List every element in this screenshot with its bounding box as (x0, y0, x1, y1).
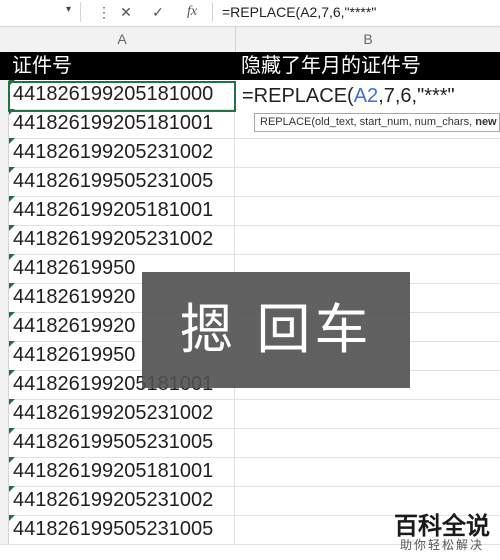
cell-id-number[interactable]: 441826199205181001 (9, 109, 235, 138)
tooltip-current-arg: new (475, 116, 497, 128)
row-header[interactable] (0, 312, 9, 341)
header-row: 证件号 隐藏了年月的证件号 (0, 52, 500, 80)
cancel-x-icon[interactable]: ✕ (114, 3, 138, 21)
row-header[interactable] (0, 196, 9, 225)
row-header[interactable] (0, 486, 9, 515)
row-header[interactable] (0, 341, 9, 370)
error-indicator-icon (9, 167, 15, 173)
cell-id-number[interactable]: 441826199205231002 (9, 225, 235, 254)
insert-function-button[interactable]: fx (180, 3, 204, 21)
cell-id-number[interactable]: 441826199205181001 (9, 457, 235, 486)
error-indicator-icon (9, 515, 15, 521)
row-header[interactable] (0, 283, 9, 312)
cell-id-number[interactable]: 441826199205231002 (9, 399, 235, 428)
row-header[interactable] (0, 138, 9, 167)
cell-id-number[interactable]: 441826199505231005 (9, 428, 235, 457)
row-header[interactable] (0, 428, 9, 457)
row-header[interactable] (0, 399, 9, 428)
row-header[interactable] (0, 225, 9, 254)
selected-cell-a2[interactable] (8, 81, 236, 112)
error-indicator-icon (9, 138, 15, 144)
header-masked-id[interactable]: 隐藏了年月的证件号 (241, 52, 421, 80)
table-row: 441826199205231002 (0, 225, 500, 255)
cell-id-number[interactable]: 441826199505231005 (9, 515, 235, 544)
column-header-b[interactable]: B (236, 31, 500, 47)
error-indicator-icon (9, 312, 15, 318)
table-row: 441826199205231002 (0, 399, 500, 429)
cell-id-number[interactable]: 441826199205231002 (9, 138, 235, 167)
row-header[interactable] (0, 370, 9, 399)
table-row: 441826199205181001 (0, 196, 500, 226)
more-options-icon: ⋮ (97, 4, 111, 20)
editing-cell-b2[interactable]: =REPLACE(A2,7,6,"***" (238, 81, 500, 112)
formula-bar: ▾ ⋮ ✕ ✓ fx =REPLACE(A2,7,6,"****" (0, 0, 500, 27)
row-header[interactable] (0, 515, 9, 544)
row-header[interactable] (0, 167, 9, 196)
cell-id-number[interactable]: 441826199205231002 (9, 486, 235, 515)
name-box[interactable]: ▾ (0, 2, 81, 22)
column-header-a[interactable]: A (9, 31, 235, 47)
table-row: 441826199505231005 (0, 428, 500, 458)
function-tooltip: REPLACE(old_text, start_num, num_chars, … (254, 113, 500, 132)
error-indicator-icon (9, 486, 15, 492)
edit-suffix: ,7,6,"***" (378, 85, 455, 107)
formula-input[interactable]: =REPLACE(A2,7,6,"****" (222, 4, 376, 20)
error-indicator-icon (9, 428, 15, 434)
column-header-row: A B (0, 27, 500, 53)
watermark-subtitle: 助你轻松解决 (399, 538, 484, 552)
error-indicator-icon (9, 254, 15, 260)
watermark-logo: 百科全说 助你轻松解决 (372, 506, 492, 554)
caption-overlay: 摁 回车 (142, 272, 410, 388)
error-indicator-icon (9, 399, 15, 405)
table-row: 441826199205181001 (0, 457, 500, 487)
cell-id-number[interactable]: 441826199205181001 (9, 196, 235, 225)
header-id-number[interactable]: 证件号 (12, 52, 72, 80)
table-row: 441826199505231005 (0, 167, 500, 197)
edit-prefix: =REPLACE( (242, 85, 354, 107)
edit-cell-ref: A2 (353, 85, 379, 107)
error-indicator-icon (9, 225, 15, 231)
error-indicator-icon (9, 370, 15, 376)
cell-id-number[interactable]: 441826199505231005 (9, 167, 235, 196)
error-indicator-icon (9, 457, 15, 463)
table-row: 441826199205231002 (0, 138, 500, 168)
row-header[interactable] (0, 254, 9, 283)
error-indicator-icon (9, 283, 15, 289)
error-indicator-icon (9, 196, 15, 202)
error-indicator-icon (9, 341, 15, 347)
formula-divider (212, 2, 213, 22)
row-header[interactable] (0, 109, 9, 138)
row-header[interactable] (0, 457, 9, 486)
tooltip-args: REPLACE(old_text, start_num, num_chars, (260, 116, 476, 128)
chevron-down-icon[interactable]: ▾ (66, 4, 71, 15)
caption-text: 摁 回车 (179, 300, 373, 360)
enter-check-icon[interactable]: ✓ (146, 3, 170, 21)
